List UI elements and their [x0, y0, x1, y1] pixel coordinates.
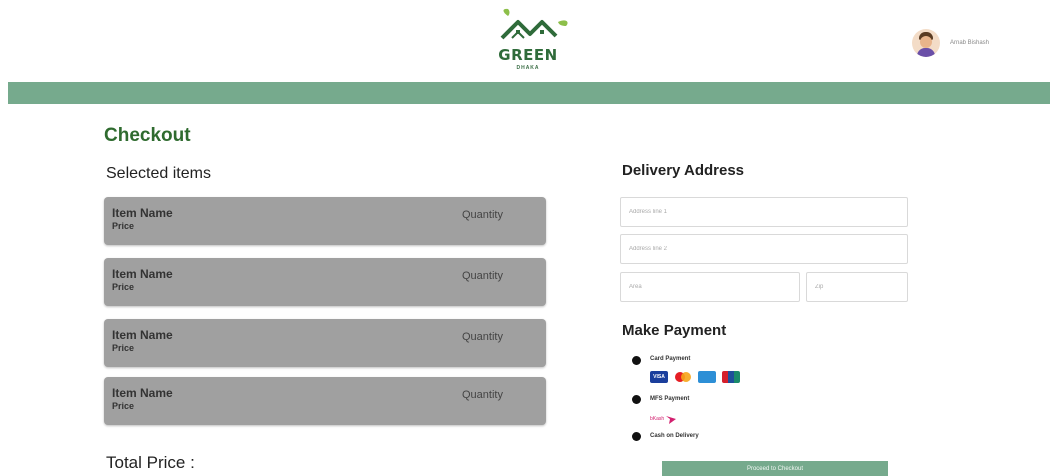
page-title: Checkout: [104, 125, 191, 146]
zip-field[interactable]: [806, 272, 908, 302]
item-quantity: Quantity: [462, 270, 503, 282]
house-leaf-logo-icon: [500, 8, 568, 40]
address-line-2-input[interactable]: [621, 235, 907, 263]
header: GREEN DHAKA Arnab Bishash: [0, 0, 1050, 82]
item-quantity: Quantity: [462, 331, 503, 343]
area-field[interactable]: [620, 272, 800, 302]
mfs-payment-radio[interactable]: [632, 395, 641, 404]
item-name: Item Name: [112, 386, 173, 400]
logo-text: GREEN: [498, 46, 558, 64]
proceed-to-checkout-button[interactable]: Proceed to Checkout: [662, 461, 888, 476]
item-price: Price: [112, 221, 135, 231]
user-profile[interactable]: Arnab Bishash: [912, 28, 989, 58]
visa-icon: VISA: [650, 371, 668, 383]
cash-on-delivery-radio[interactable]: [632, 432, 641, 441]
logo[interactable]: GREEN DHAKA: [496, 8, 576, 74]
delivery-address-heading: Delivery Address: [622, 162, 745, 179]
list-item[interactable]: Item Name Price Quantity: [104, 319, 546, 367]
list-item[interactable]: Item Name Price Quantity: [104, 377, 546, 425]
logo-subtitle: DHAKA: [516, 65, 540, 71]
make-payment-heading: Make Payment: [622, 322, 727, 339]
item-name: Item Name: [112, 206, 173, 220]
area-input[interactable]: [621, 273, 799, 301]
item-quantity: Quantity: [462, 389, 503, 401]
list-item[interactable]: Item Name Price Quantity: [104, 258, 546, 306]
address-line-2-field[interactable]: [620, 234, 908, 264]
item-price: Price: [112, 282, 135, 292]
item-price: Price: [112, 343, 135, 353]
selected-items-heading: Selected items: [106, 165, 211, 182]
nav-bar: [8, 82, 1050, 104]
card-logos: VISA: [650, 371, 740, 383]
mfs-payment-label[interactable]: MFS Payment: [650, 396, 689, 402]
amex-icon: [698, 371, 716, 383]
avatar[interactable]: [912, 29, 940, 57]
cash-on-delivery-label[interactable]: Cash on Delivery: [650, 433, 699, 439]
item-price: Price: [112, 401, 135, 411]
address-line-1-input[interactable]: [621, 198, 907, 226]
total-price-label: Total Price :: [106, 453, 195, 472]
bkash-logo: bKash: [650, 414, 677, 424]
address-line-1-field[interactable]: [620, 197, 908, 227]
card-payment-radio[interactable]: [632, 356, 641, 365]
zip-input[interactable]: [807, 273, 907, 301]
unionpay-icon: [722, 371, 740, 383]
item-name: Item Name: [112, 328, 173, 342]
user-name: Arnab Bishash: [950, 40, 990, 46]
card-payment-label[interactable]: Card Payment: [650, 356, 690, 362]
list-item[interactable]: Item Name Price Quantity: [104, 197, 546, 245]
item-name: Item Name: [112, 267, 173, 281]
bkash-bird-icon: [666, 416, 677, 424]
bkash-logo-text: bKash: [650, 416, 665, 422]
item-quantity: Quantity: [462, 209, 503, 221]
mastercard-icon: [674, 371, 692, 383]
